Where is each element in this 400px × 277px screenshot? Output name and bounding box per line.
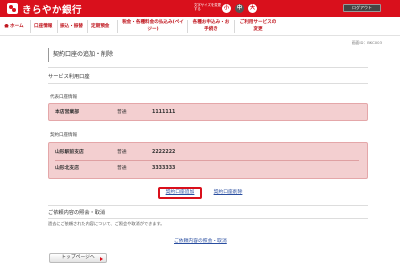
home-icon [4, 23, 9, 28]
nav-account-info[interactable]: 口座情報 [34, 23, 52, 29]
account-type: 普通 [117, 110, 127, 115]
nav-divider [30, 20, 31, 33]
main-nav: ホーム 口座情報 振込・振替 定期預金 税金・各種料金の払込み(ペイジー) 各種… [0, 17, 400, 36]
bank-logo-icon [7, 3, 18, 14]
divider [48, 205, 368, 206]
nav-divider [87, 20, 88, 33]
divider [48, 83, 368, 84]
nav-home[interactable]: ホーム [4, 23, 24, 29]
service-section-title: サービス利用口座 [48, 74, 90, 80]
delete-contract-account-button[interactable]: 契約口座削除 [207, 189, 249, 197]
divider [48, 218, 368, 219]
account-number: 3333333 [152, 166, 176, 171]
top-page-label: トップページへ [61, 255, 95, 260]
account-number: 2222222 [152, 150, 176, 155]
account-branch: 本店営業部 [55, 110, 79, 115]
account-type: 普通 [117, 150, 127, 155]
account-number: 1111111 [152, 110, 176, 115]
delete-contract-account-label: 契約口座削除 [213, 190, 243, 195]
inquiry-link[interactable]: ご依頼内容の照会・取消 [174, 237, 227, 244]
table-row: 山形北支店 普通 3333333 [49, 163, 367, 175]
font-size-large-button[interactable]: 大 [248, 4, 257, 13]
top-page-button[interactable]: トップページへ [49, 253, 107, 263]
add-contract-account-button[interactable]: 契約口座追加 [158, 187, 202, 199]
font-size-label: 文字サイズを変更する [194, 3, 222, 12]
representative-account-label: 代表口座情報 [50, 95, 77, 100]
account-branch: 山形駅前支店 [55, 150, 84, 155]
font-size-small-button[interactable]: 小 [222, 4, 231, 13]
app-header: きらやか銀行 文字サイズを変更する 小 中 大 ログアウト [0, 0, 400, 17]
representative-account-box: 本店営業部 普通 1111111 [48, 103, 368, 121]
logout-button[interactable]: ログアウト [343, 4, 381, 12]
nav-service-change[interactable]: ご利用サービスの変更 [238, 20, 278, 33]
account-type: 普通 [117, 166, 127, 171]
nav-applications[interactable]: 各種お申込み・お手続き [191, 20, 231, 33]
contract-account-box: 山形駅前支店 普通 2222222 山形北支店 普通 3333333 [48, 142, 368, 179]
nav-divider [57, 20, 58, 33]
inquiry-section-title: ご依頼内容の照会・取消 [48, 210, 106, 216]
table-row: 山形駅前支店 普通 2222222 [49, 147, 367, 159]
inquiry-description: 過去にご依頼された内容について、ご照会や取消ができます。 [48, 221, 165, 226]
page-title: 契約口座の追加・削除 [48, 48, 353, 62]
nav-divider [234, 20, 235, 33]
nav-divider [117, 20, 118, 33]
contract-account-label: 契約口座情報 [50, 133, 77, 138]
row-divider [55, 160, 359, 161]
nav-home-label: ホーム [10, 24, 24, 29]
nav-divider [187, 20, 188, 33]
divider [48, 67, 368, 68]
bank-logo[interactable]: きらやか銀行 [7, 2, 83, 16]
nav-time-deposit[interactable]: 定期預金 [91, 23, 109, 29]
screen-id: 画面ID：BKC003 [351, 40, 382, 45]
bank-name: きらやか銀行 [22, 4, 83, 16]
table-row: 本店営業部 普通 1111111 [49, 107, 367, 119]
add-contract-account-label: 契約口座追加 [165, 190, 195, 195]
font-size-medium-button[interactable]: 中 [235, 4, 244, 13]
nav-payeasy[interactable]: 税金・各種料金の払込み(ペイジー) [122, 20, 184, 33]
account-branch: 山形北支店 [55, 166, 79, 171]
nav-transfer[interactable]: 振込・振替 [60, 23, 83, 29]
